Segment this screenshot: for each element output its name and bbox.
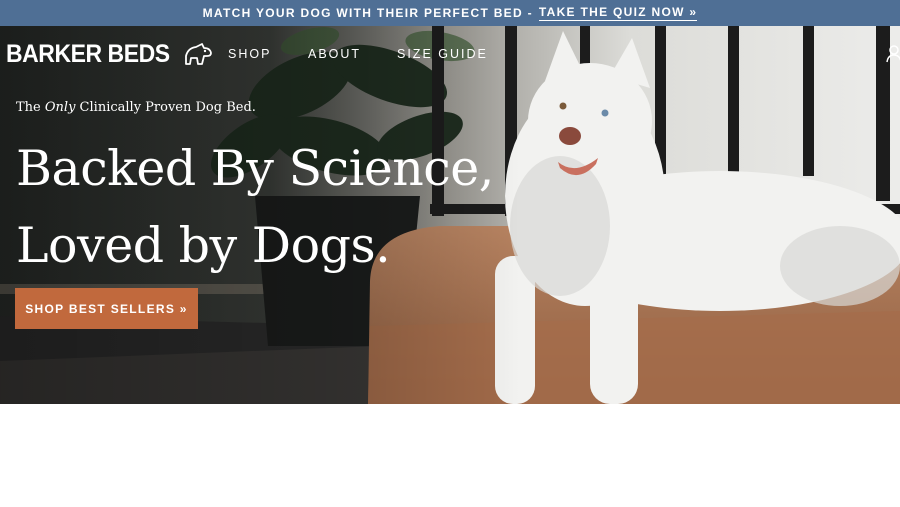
hero-headline: Backed By Science, Loved by Dogs.	[16, 130, 494, 284]
hero-tagline: The Only Clinically Proven Dog Bed.	[16, 100, 256, 115]
headline-line-2: Loved by Dogs.	[16, 217, 391, 274]
nav-size-guide[interactable]: SIZE GUIDE	[397, 47, 488, 61]
dog-logo-icon	[184, 42, 212, 65]
tagline-prefix: The	[16, 100, 45, 115]
headline-line-1: Backed By Science,	[16, 140, 494, 197]
page-content-area	[0, 404, 900, 507]
announcement-bar: MATCH YOUR DOG WITH THEIR PERFECT BED - …	[0, 0, 900, 26]
account-icon[interactable]	[886, 45, 900, 63]
logo-text: BARKER BEDS	[6, 40, 170, 68]
nav-about[interactable]: ABOUT	[308, 47, 361, 61]
shop-best-sellers-button[interactable]: SHOP BEST SELLERS »	[15, 288, 198, 329]
site-logo[interactable]: BARKER BEDS	[6, 40, 214, 69]
announcement-message: MATCH YOUR DOG WITH THEIR PERFECT BED -	[202, 6, 533, 20]
tagline-emphasis: Only	[44, 100, 76, 115]
quiz-link[interactable]: TAKE THE QUIZ NOW »	[538, 5, 698, 21]
hero-banner: BARKER BEDS SHOP ABOUT SIZE GUIDE The On…	[0, 26, 900, 404]
nav-shop[interactable]: SHOP	[228, 47, 271, 61]
tagline-suffix: Clinically Proven Dog Bed.	[75, 100, 256, 115]
